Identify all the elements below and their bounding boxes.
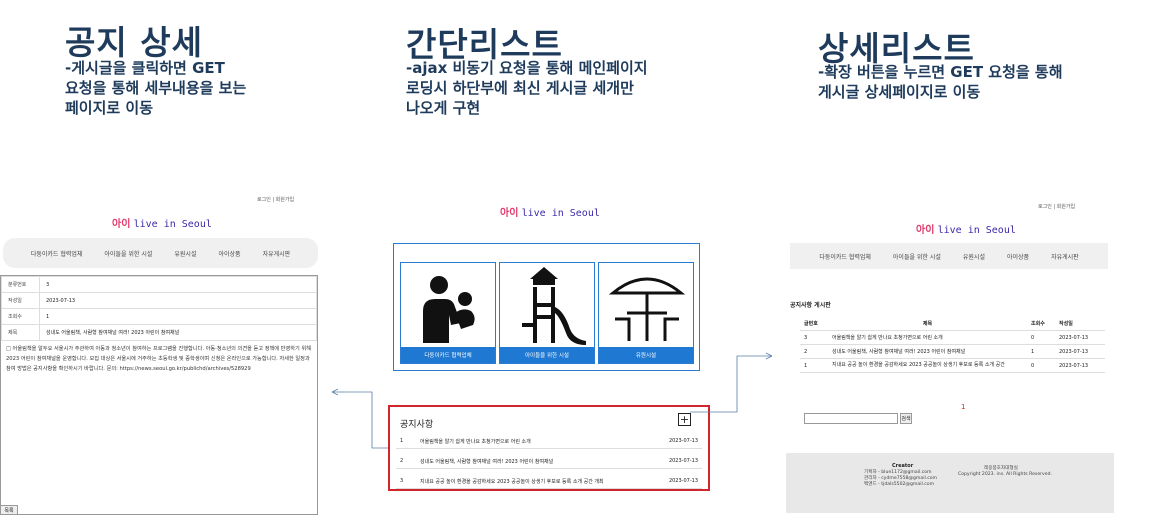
arrow-to-board [690,352,773,413]
arrow-to-detail [331,388,388,449]
connector-arrows [331,352,773,449]
